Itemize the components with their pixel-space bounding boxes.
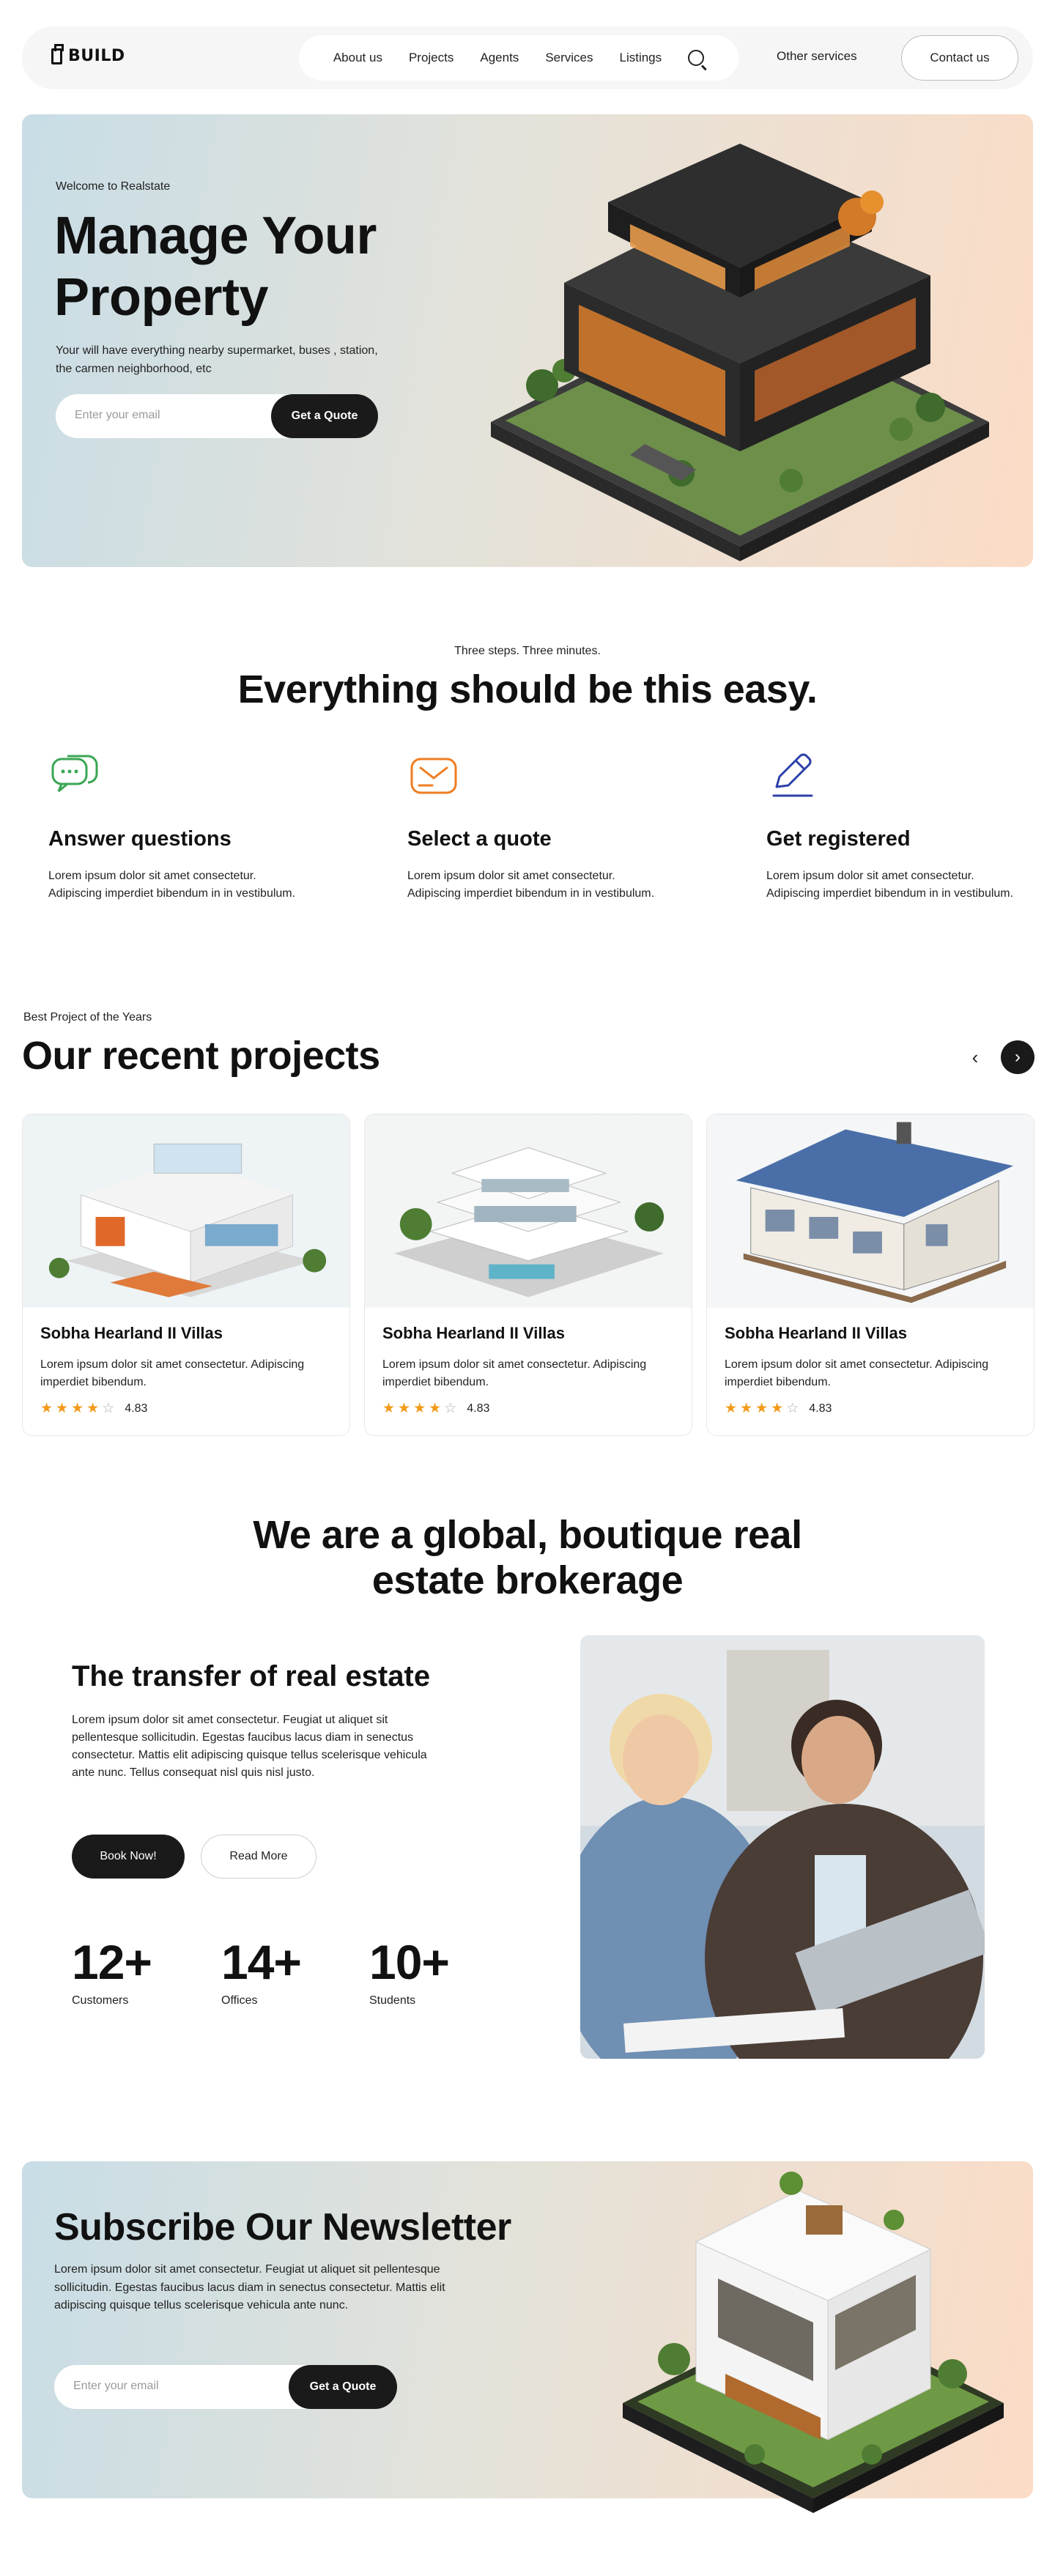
hero-kicker: Welcome to Realstate	[56, 180, 171, 193]
newsletter-description: Lorem ipsum dolor sit amet consectetur. …	[54, 2263, 445, 2312]
brand-logo[interactable]: BUILD	[51, 43, 125, 65]
projects-title: Our recent projects	[22, 1034, 380, 1078]
chat-bubbles-icon	[51, 755, 98, 793]
hero-email-form: Enter your email Get a Quote	[56, 394, 378, 438]
mail-icon	[410, 758, 457, 794]
project-card[interactable]: Sobha Hearland II Villas Lorem ipsum dol…	[364, 1114, 692, 1436]
newsletter-section: Subscribe Our Newsletter Lorem ipsum dol…	[22, 2161, 1033, 2513]
star-outline-icon: ☆	[102, 1401, 115, 1416]
other-services-link[interactable]: Other services	[777, 49, 857, 64]
rating-value: 4.83	[125, 1402, 148, 1415]
step-get-registered: Get registered Lorem ipsum dolor sit ame…	[766, 749, 1015, 903]
star-icon: ★	[413, 1401, 426, 1416]
pen-icon	[772, 753, 813, 797]
nav-link-projects[interactable]: Projects	[409, 51, 454, 65]
star-icon: ★	[725, 1401, 738, 1416]
chevron-left-icon: ‹	[971, 1045, 979, 1068]
star-icon: ★	[56, 1401, 69, 1416]
star-icon: ★	[740, 1401, 753, 1416]
star-icon: ★	[771, 1401, 784, 1416]
newsletter-house-illustration	[623, 2172, 1004, 2513]
about-description: Lorem ipsum dolor sit amet consectetur. …	[72, 1714, 427, 1779]
step-title: Select a quote	[407, 827, 552, 851]
step-description: Lorem ipsum dolor sit amet consectetur. …	[766, 870, 1014, 900]
star-outline-icon: ☆	[786, 1401, 799, 1416]
rating-value: 4.83	[809, 1402, 832, 1415]
project-card[interactable]: Sobha Hearland II Villas Lorem ipsum dol…	[22, 1114, 350, 1436]
brand-name: BUILD	[68, 47, 125, 65]
chevron-right-icon: ›	[1015, 1047, 1021, 1067]
nav-link-listings[interactable]: Listings	[620, 51, 662, 65]
steps-kicker: Three steps. Three minutes.	[454, 645, 601, 657]
project-rating: ★ ★ ★ ★ ☆ 4.83	[382, 1402, 489, 1415]
step-description: Lorem ipsum dolor sit amet consectetur. …	[407, 870, 655, 900]
stat-customers: 12+ Customers	[72, 1934, 152, 2007]
step-title: Get registered	[766, 827, 911, 851]
project-rating: ★ ★ ★ ★ ☆ 4.83	[40, 1402, 147, 1415]
carousel-next-button[interactable]: ›	[1001, 1040, 1034, 1074]
nav-link-about-us[interactable]: About us	[333, 51, 382, 65]
building-logo-icon	[51, 43, 64, 64]
step-answer-questions: Answer questions Lorem ipsum dolor sit a…	[48, 749, 297, 903]
about-title-text: We are a global, boutique real estate br…	[253, 1513, 802, 1602]
hero-house-illustration	[491, 144, 989, 561]
about-title: We are a global, boutique real estate br…	[0, 1512, 1055, 1603]
stat-label: Customers	[72, 1994, 129, 2007]
project-description: Lorem ipsum dolor sit amet consectetur. …	[382, 1358, 647, 1388]
stat-number: 10+	[369, 1935, 450, 1989]
project-image	[23, 1114, 349, 1308]
project-image	[707, 1114, 1034, 1308]
project-description: Lorem ipsum dolor sit amet consectetur. …	[40, 1358, 305, 1388]
steps-title: Everything should be this easy.	[237, 667, 818, 711]
stat-label: Offices	[221, 1994, 258, 2007]
projects-kicker: Best Project of the Years	[23, 1011, 152, 1024]
star-icon: ★	[755, 1401, 769, 1416]
project-card[interactable]: Sobha Hearland II Villas Lorem ipsum dol…	[706, 1114, 1034, 1436]
nav-link-services[interactable]: Services	[545, 51, 593, 65]
hero-description: Your will have everything nearby superma…	[56, 344, 378, 375]
team-photo	[580, 1635, 985, 2059]
project-image	[365, 1114, 692, 1308]
contact-us-button[interactable]: Contact us	[901, 35, 1018, 81]
stat-number: 14+	[221, 1935, 302, 1989]
email-input[interactable]: Enter your email	[75, 409, 160, 422]
stat-offices: 14+ Offices	[221, 1934, 302, 2007]
star-outline-icon: ☆	[444, 1401, 457, 1416]
carousel-prev-button[interactable]: ‹	[963, 1045, 988, 1070]
star-icon: ★	[429, 1401, 442, 1416]
newsletter-email-form: Enter your email Get a Quote	[54, 2365, 397, 2409]
email-input[interactable]: Enter your email	[73, 2380, 159, 2393]
step-select-quote: Select a quote Lorem ipsum dolor sit ame…	[407, 749, 656, 903]
project-title: Sobha Hearland II Villas	[40, 1324, 223, 1342]
star-icon: ★	[398, 1401, 411, 1416]
project-description: Lorem ipsum dolor sit amet consectetur. …	[725, 1358, 989, 1388]
search-icon[interactable]	[688, 50, 705, 66]
nav-link-agents[interactable]: Agents	[480, 51, 519, 65]
stat-number: 12+	[72, 1935, 152, 1989]
read-more-button[interactable]: Read More	[201, 1835, 316, 1879]
get-quote-button[interactable]: Get a Quote	[271, 394, 378, 438]
hero-banner: Welcome to Realstate Manage Your Propert…	[22, 114, 1033, 567]
stat-students: 10+ Students	[369, 1934, 450, 2007]
rating-value: 4.83	[467, 1402, 490, 1415]
star-icon: ★	[40, 1401, 53, 1416]
step-description: Lorem ipsum dolor sit amet consectetur. …	[48, 870, 296, 900]
nav-links: About us Projects Agents Services Listin…	[299, 35, 738, 81]
star-icon: ★	[71, 1401, 84, 1416]
project-rating: ★ ★ ★ ★ ☆ 4.83	[725, 1402, 832, 1415]
top-navbar: BUILD About us Projects Agents Services …	[22, 26, 1033, 89]
about-subtitle: The transfer of real estate	[72, 1660, 431, 1692]
step-title: Answer questions	[48, 827, 232, 851]
get-quote-button[interactable]: Get a Quote	[289, 2365, 397, 2409]
book-now-button[interactable]: Book Now!	[72, 1835, 185, 1879]
stat-label: Students	[369, 1994, 416, 2007]
star-icon: ★	[86, 1401, 100, 1416]
newsletter-title: Subscribe Our Newsletter	[54, 2206, 511, 2249]
hero-title: Manage Your Property	[54, 207, 377, 327]
project-title: Sobha Hearland II Villas	[382, 1324, 566, 1342]
star-icon: ★	[382, 1401, 396, 1416]
project-title: Sobha Hearland II Villas	[725, 1324, 908, 1342]
